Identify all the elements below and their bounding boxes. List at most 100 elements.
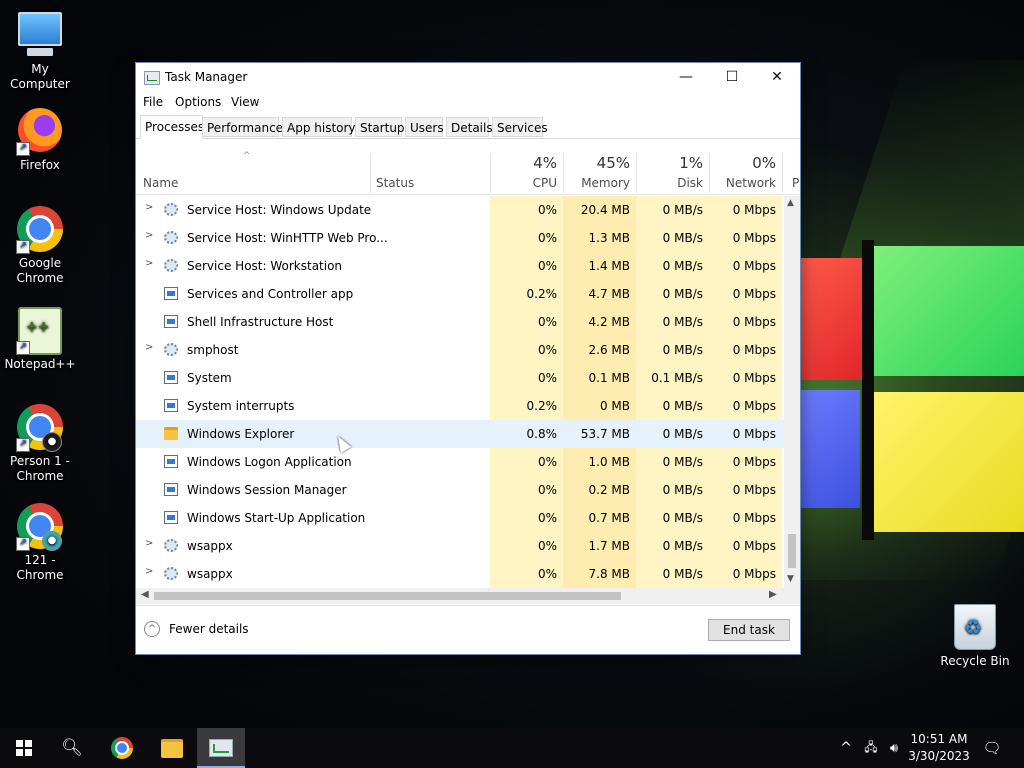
disk-cell: 0 MB/s [636,560,709,588]
tab-processes[interactable]: Processes [140,115,204,139]
maximize-button[interactable]: ☐ [709,63,755,91]
menu-options[interactable]: Options [175,95,221,109]
table-row[interactable]: > smphost 0% 2.6 MB 0 MB/s 0 Mbps [136,336,784,364]
column-header-cpu[interactable]: 4% CPU [490,153,557,193]
action-center-button[interactable]: 🗨︎ [980,728,1004,768]
column-header-status[interactable]: Status [376,176,414,190]
tab-startup[interactable]: Startup [355,117,405,137]
desktop-icon-google-chrome[interactable]: ↗ Google Chrome [0,205,80,286]
desktop-icon-recycle-bin[interactable]: Recycle Bin [935,602,1015,669]
horizontal-scrollbar[interactable]: ◀ ▶ [136,588,784,604]
cpu-cell: 0.2% [490,392,563,420]
network-cell: 0 Mbps [709,476,782,504]
network-cell: 0 Mbps [709,420,782,448]
search-button[interactable]: 🔍︎ [48,728,96,768]
table-row[interactable]: > Service Host: Windows Update 0% 20.4 MB 0 … [136,196,784,224]
cpu-total-percent: 4% [533,154,557,172]
tab-users[interactable]: Users [405,117,444,137]
vertical-scroll-thumb[interactable] [788,534,796,568]
start-button[interactable] [0,728,48,768]
vertical-scrollbar[interactable]: ▲ ▼ [784,196,800,588]
scroll-down-icon[interactable]: ▼ [787,574,794,584]
table-row[interactable]: > wsappx 0% 1.7 MB 0 MB/s 0 Mbps [136,532,784,560]
process-name: wsappx [187,539,233,553]
disk-cell: 0 MB/s [636,336,709,364]
app-window-icon [164,399,178,412]
taskbar-task-manager[interactable] [197,728,245,768]
column-header-memory[interactable]: 45% Memory [563,153,630,193]
scroll-up-icon[interactable]: ▲ [787,198,794,208]
menu-view[interactable]: View [231,95,259,109]
memory-cell: 53.7 MB [563,420,636,448]
disk-cell: 0 MB/s [636,448,709,476]
disk-cell: 0 MB/s [636,280,709,308]
close-button[interactable]: ✕ [754,63,800,91]
memory-total-percent: 45% [596,154,630,172]
network-total-percent: 0% [752,154,776,172]
tab-app-history[interactable]: App history [282,117,356,137]
table-row[interactable]: Services and Controller app 0.2% 4.7 MB 0 M… [136,280,784,308]
tab-services[interactable]: Services [492,117,548,137]
desktop-icon-notepad-plus-plus[interactable]: ↗ Notepad++ [0,305,80,372]
cpu-cell: 0% [490,476,563,504]
table-row[interactable]: Windows Logon Application 0% 1.0 MB 0 MB/s 0… [136,448,784,476]
column-header-disk[interactable]: 1% Disk [636,153,703,193]
taskbar-clock[interactable]: 10:51 AM 3/30/2023 [900,731,978,765]
table-row[interactable]: Windows Start-Up Application 0% 0.7 MB 0 MB… [136,504,784,532]
shortcut-arrow-icon: ↗ [16,341,30,355]
column-header-overflow[interactable]: P [792,176,799,190]
taskbar-file-explorer[interactable] [148,728,196,768]
title-bar[interactable]: Task Manager — ☐ ✕ [136,63,800,91]
menu-file[interactable]: File [143,95,163,109]
tab-details[interactable]: Details [446,117,493,137]
scroll-right-icon[interactable]: ▶ [769,589,777,600]
column-header-network[interactable]: 0% Network [709,153,776,193]
app-window-icon [164,315,178,328]
cpu-cell: 0.2% [490,280,563,308]
table-row[interactable]: > Service Host: WinHTTP Web Pro... 0% 1.3 M… [136,224,784,252]
column-header-name[interactable]: Name [143,176,178,190]
expand-chevron-icon[interactable]: > [145,342,153,353]
desktop-icon-person-1-chrome[interactable]: ↗ ● Person 1 - Chrome [0,403,80,484]
taskbar-chrome[interactable] [98,728,146,768]
network-tray[interactable]: 🖧︎ [860,728,882,768]
show-hidden-icons-button[interactable]: ^ [836,728,856,768]
gear-icon [164,539,178,552]
expand-chevron-icon[interactable]: > [145,230,153,241]
table-row[interactable]: > Service Host: Workstation 0% 1.4 MB 0 MB/s… [136,252,784,280]
network-icon: 🖧︎ [864,739,878,754]
table-row[interactable]: System 0% 0.1 MB 0.1 MB/s 0 Mbps [136,364,784,392]
table-row[interactable]: System interrupts 0.2% 0 MB 0 MB/s 0 Mbps [136,392,784,420]
tab-performance[interactable]: Performance [202,117,283,137]
table-row[interactable]: Windows Explorer 0.8% 53.7 MB 0 MB/s 0 Mbps [136,420,784,448]
desktop-icon-121-chrome[interactable]: ↗ ● 121 - Chrome [0,502,80,583]
app-window-icon [164,371,178,384]
desktop-icon-firefox[interactable]: ↗ Firefox [0,106,80,173]
scroll-left-icon[interactable]: ◀ [141,589,149,600]
fewer-details-button[interactable]: ^ Fewer details [144,621,249,637]
process-name: System [187,371,232,385]
table-row[interactable]: Windows Session Manager 0% 0.2 MB 0 MB/s 0 M… [136,476,784,504]
expand-chevron-icon[interactable]: > [145,538,153,549]
expand-chevron-icon[interactable]: > [145,258,153,269]
maximize-icon: ☐ [725,69,739,85]
process-name: wsappx [187,567,233,581]
minimize-button[interactable]: — [663,63,709,91]
expand-chevron-icon[interactable]: > [145,566,153,577]
windows-logo-icon [16,740,32,756]
app-window-icon [164,455,178,468]
task-manager-icon [209,739,233,757]
table-row[interactable]: Shell Infrastructure Host 0% 4.2 MB 0 MB/s 0… [136,308,784,336]
close-icon: ✕ [771,69,783,85]
expand-chevron-icon[interactable]: > [145,202,153,213]
disk-cell: 0 MB/s [636,532,709,560]
memory-cell: 0.7 MB [563,504,636,532]
desktop-icon-my-computer[interactable]: My Computer [0,8,80,92]
desktop-icon-label: 121 - Chrome [16,553,64,582]
end-task-button[interactable]: End task [708,619,790,641]
table-row[interactable]: > wsappx 0% 7.8 MB 0 MB/s 0 Mbps [136,560,784,588]
horizontal-scroll-thumb[interactable] [154,592,621,600]
memory-cell: 7.8 MB [563,560,636,588]
minimize-icon: — [679,69,693,85]
disk-cell: 0 MB/s [636,392,709,420]
